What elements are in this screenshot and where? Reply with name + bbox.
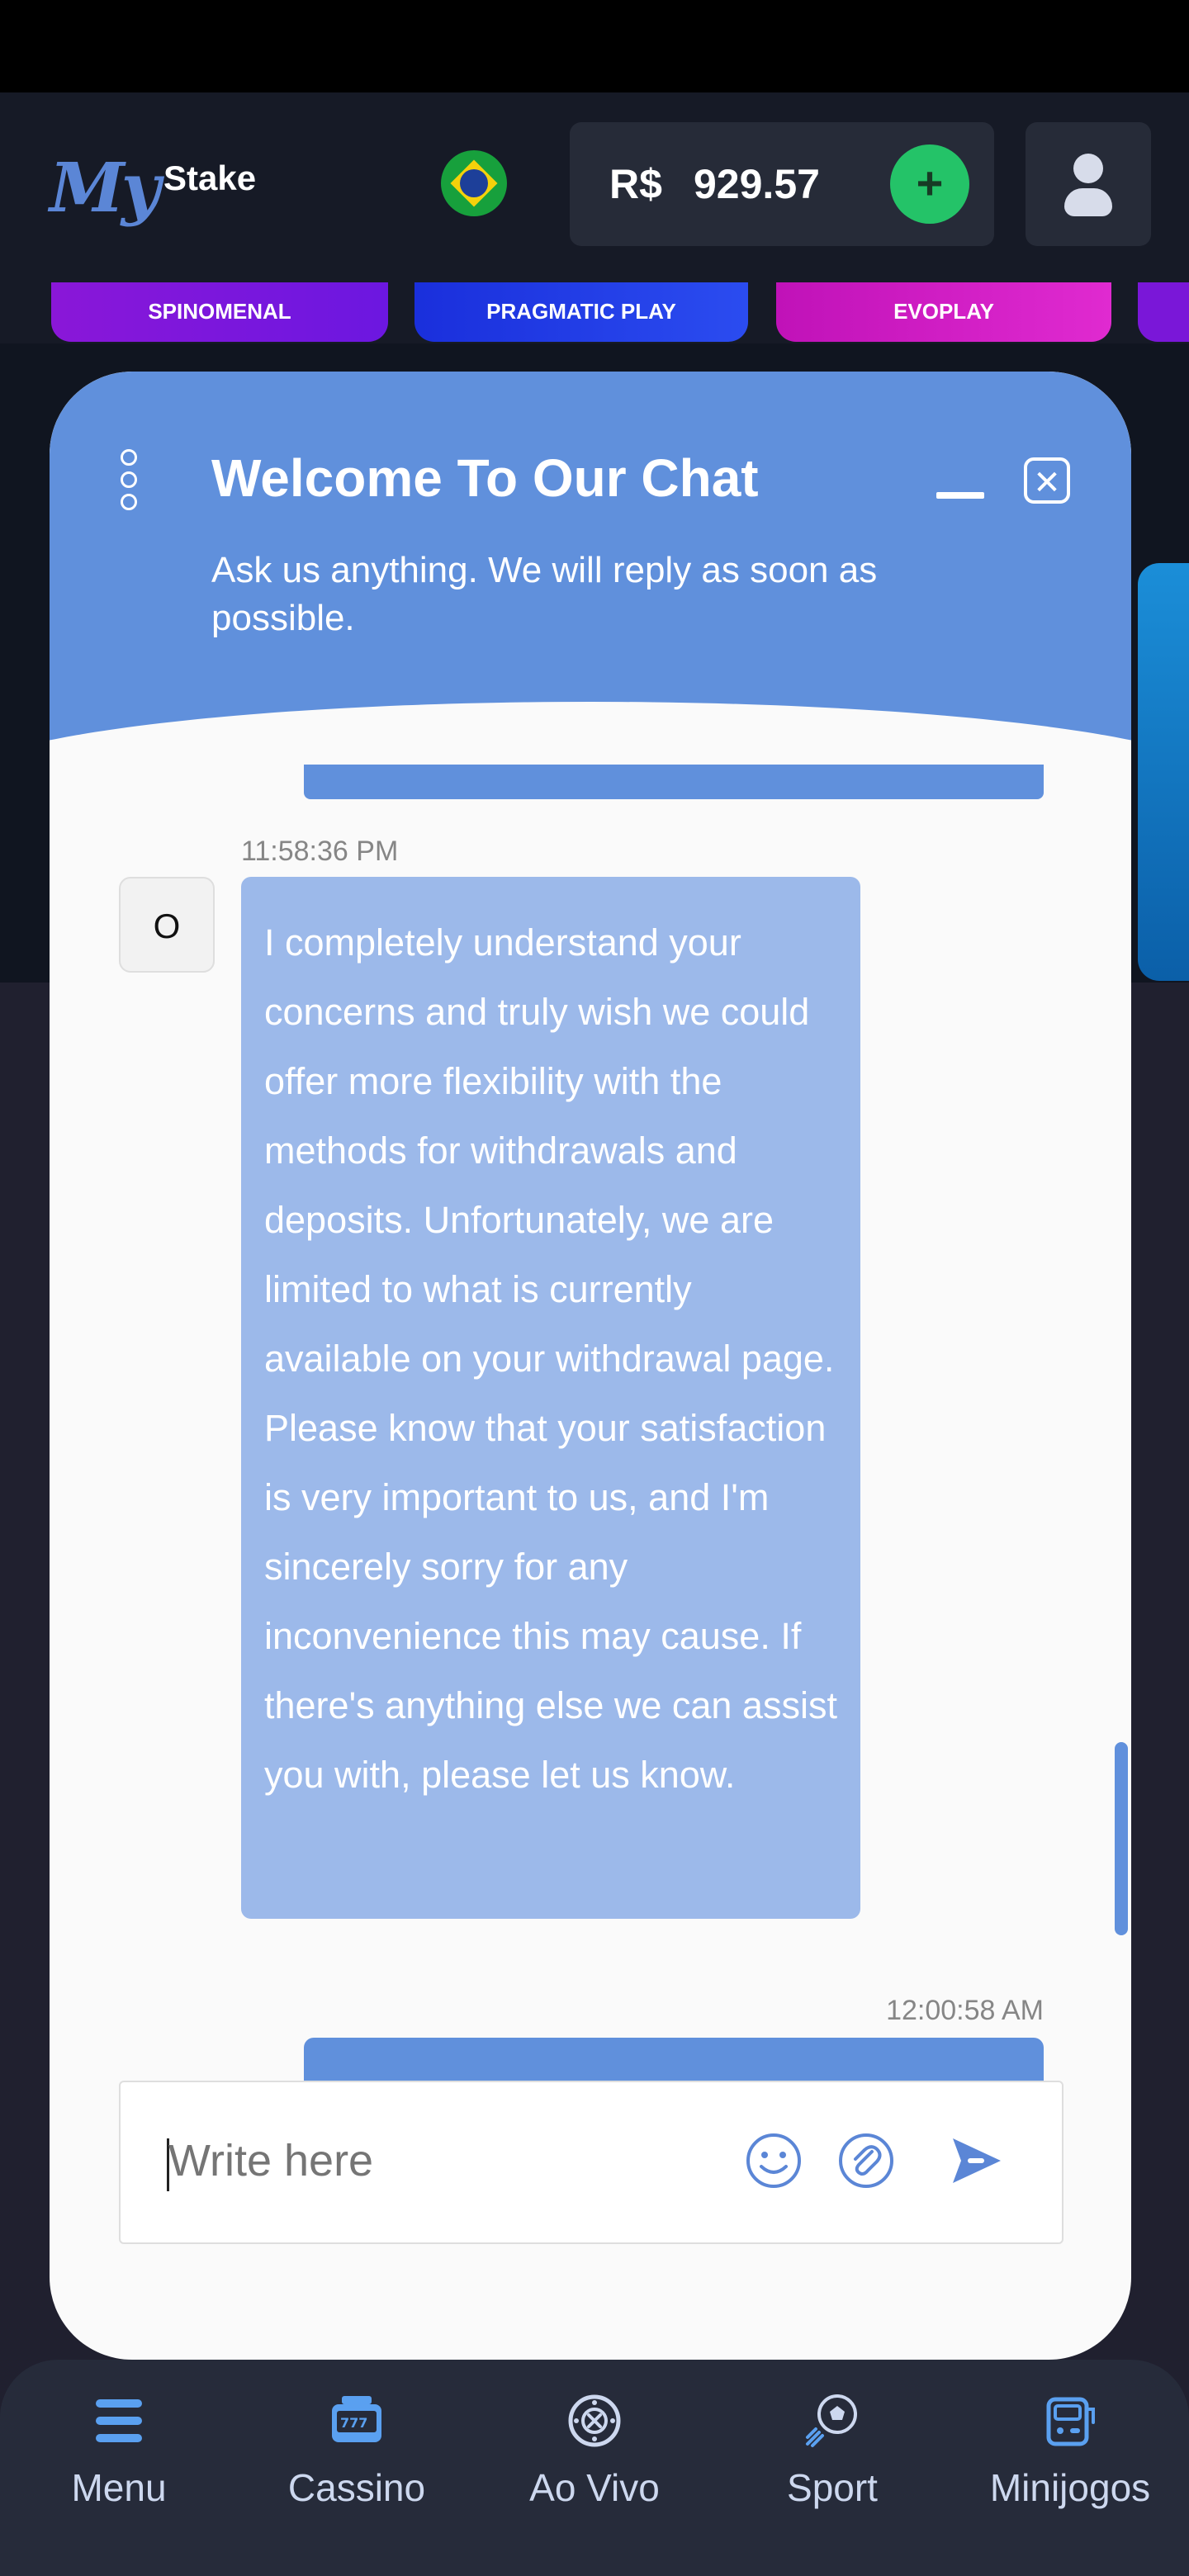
chat-widget: Welcome To Our Chat Ask us anything. We … xyxy=(50,372,1131,2360)
chat-header: Welcome To Our Chat Ask us anything. We … xyxy=(50,372,1131,867)
promo-card[interactable] xyxy=(1138,563,1189,981)
message-composer xyxy=(119,2081,1063,2244)
balance-box[interactable]: R$ 929.57 + xyxy=(570,122,994,246)
currency-symbol: R$ xyxy=(609,161,662,207)
nav-label: Cassino xyxy=(287,2466,426,2509)
provider-card[interactable]: EVOPLAY xyxy=(776,282,1111,342)
provider-carousel: SPINOMENAL PRAGMATIC PLAY EVOPLAY xyxy=(0,282,1189,343)
message-timestamp: 12:00:58 AM xyxy=(886,1995,1044,2026)
more-options-icon[interactable] xyxy=(121,449,137,510)
provider-card[interactable]: SPINOMENAL xyxy=(51,282,388,342)
next-user-message xyxy=(304,2038,1044,2087)
mystake-logo[interactable]: My Stake xyxy=(50,149,264,231)
message-timestamp: 11:58:36 PM xyxy=(241,836,399,867)
close-icon[interactable]: ✕ xyxy=(1024,457,1070,504)
deposit-button[interactable]: + xyxy=(890,144,969,224)
nav-label: Ao Vivo xyxy=(529,2466,660,2509)
arcade-icon xyxy=(1046,2397,1095,2446)
logo-stake-text: Stake xyxy=(163,159,257,197)
minimize-icon[interactable] xyxy=(936,492,984,499)
user-profile-button[interactable] xyxy=(1026,122,1151,246)
balance-amount: 929.57 xyxy=(694,161,820,207)
bottom-navigation: Menu 777 Cassino Ao Vivo Sport Minijogos xyxy=(0,2360,1189,2576)
agent-message-bubble: I completely understand your concerns an… xyxy=(241,877,860,1919)
nav-cassino[interactable]: 777 Cassino xyxy=(238,2360,476,2576)
nav-sport[interactable]: Sport xyxy=(713,2360,951,2576)
nav-minijogos[interactable]: Minijogos xyxy=(951,2360,1189,2576)
roulette-icon xyxy=(568,2394,621,2447)
status-bar xyxy=(0,0,1189,92)
nav-ao-vivo[interactable]: Ao Vivo xyxy=(476,2360,713,2576)
attachment-icon[interactable] xyxy=(837,2132,895,2190)
emoji-icon[interactable] xyxy=(745,2132,803,2190)
chat-title: Welcome To Our Chat xyxy=(211,448,759,508)
nav-label: Minijogos xyxy=(989,2466,1151,2509)
message-input[interactable] xyxy=(168,2135,664,2186)
send-icon[interactable] xyxy=(950,2133,1004,2188)
brazil-flag-icon[interactable] xyxy=(441,150,507,216)
nav-menu[interactable]: Menu xyxy=(0,2360,238,2576)
chat-subtitle: Ask us anything. We will reply as soon a… xyxy=(211,550,878,638)
soccer-ball-icon xyxy=(806,2394,857,2447)
hamburger-icon xyxy=(96,2399,142,2442)
previous-user-message xyxy=(304,765,1044,799)
chat-scrollbar[interactable] xyxy=(1115,1742,1128,1935)
logo-my-text: My xyxy=(50,149,160,228)
svg-text:777: 777 xyxy=(340,2415,367,2431)
nav-label: Menu xyxy=(71,2466,167,2509)
user-icon xyxy=(1073,154,1103,183)
provider-card[interactable] xyxy=(1138,282,1189,342)
agent-avatar: O xyxy=(119,877,215,973)
nav-label: Sport xyxy=(787,2466,878,2509)
provider-card[interactable]: PRAGMATIC PLAY xyxy=(414,282,748,342)
slot-machine-icon: 777 xyxy=(332,2396,381,2442)
